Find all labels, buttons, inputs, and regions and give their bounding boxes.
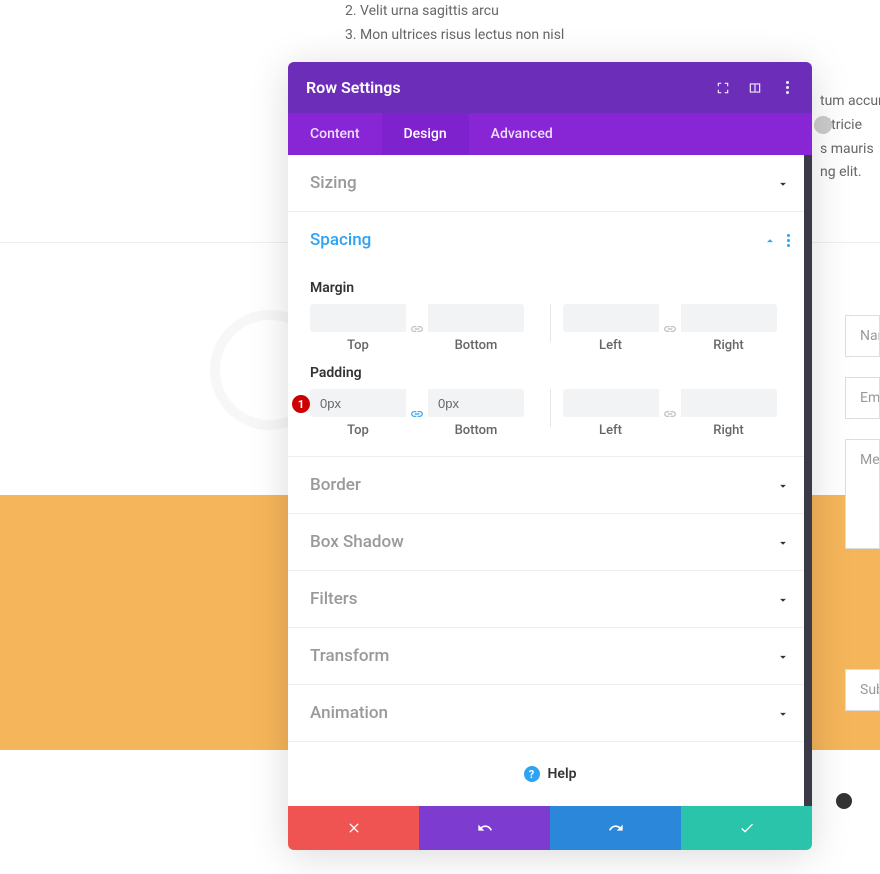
modal-tabs: Content Design Advanced [288,113,812,155]
columns-icon[interactable] [748,81,762,95]
bg-subject-field[interactable]: Subj [845,669,880,711]
padding-label: Padding [310,365,790,381]
tab-advanced[interactable]: Advanced [469,113,575,155]
more-icon[interactable] [780,81,794,95]
cancel-button[interactable] [288,806,419,850]
chevron-down-icon [776,478,790,492]
bg-floating-button[interactable] [836,793,852,809]
margin-bottom-input[interactable] [428,304,524,332]
padding-left-input[interactable] [563,389,659,417]
link-icon[interactable] [659,400,681,428]
bg-list-item-2: Velit urna sagittis arcu [360,0,564,24]
padding-right-input[interactable] [681,389,777,417]
tab-design[interactable]: Design [382,113,469,155]
section-box-shadow[interactable]: Box Shadow [288,514,812,570]
modal-body[interactable]: Sizing Spacing Margin [288,155,812,806]
section-spacing[interactable]: Spacing [288,212,812,268]
link-icon[interactable] [406,315,428,343]
bg-message-field[interactable]: Mes [845,439,880,549]
chevron-down-icon [776,649,790,663]
help-link[interactable]: ? Help [288,742,812,806]
background-list: Velit urna sagittis arcu Mon ultrices ri… [340,0,564,48]
section-filters[interactable]: Filters [288,571,812,627]
bg-paragraph: tum accum ultricie s mauris ng elit. [820,90,880,185]
section-animation[interactable]: Animation [288,685,812,741]
scrollbar[interactable] [804,155,812,806]
chevron-down-icon [776,592,790,606]
section-border[interactable]: Border [288,457,812,513]
margin-left-input[interactable] [563,304,659,332]
modal-header: Row Settings [288,62,812,113]
bg-email-field[interactable]: Ema [845,377,880,419]
padding-top-input[interactable] [310,389,406,417]
globe-icon [814,116,832,134]
link-icon[interactable] [659,315,681,343]
section-transform[interactable]: Transform [288,628,812,684]
link-icon-active[interactable] [406,400,428,428]
expand-icon[interactable] [716,81,730,95]
margin-top-input[interactable] [310,304,406,332]
bg-form: Nam Ema Mes Subj [845,315,880,731]
section-sizing[interactable]: Sizing [288,155,812,211]
redo-button[interactable] [550,806,681,850]
chevron-up-icon [763,233,777,247]
chevron-down-icon [776,176,790,190]
bg-name-field[interactable]: Nam [845,315,880,357]
bg-list-item-3: Mon ultrices risus lectus non nisl [360,24,564,48]
row-settings-modal: Row Settings Content Design Advanced Siz… [288,62,812,850]
padding-bottom-input[interactable] [428,389,524,417]
tab-content[interactable]: Content [288,113,382,155]
step-badge-1: 1 [292,395,310,413]
modal-footer [288,806,812,850]
section-more-icon[interactable] [787,234,790,247]
save-button[interactable] [681,806,812,850]
chevron-down-icon [776,706,790,720]
margin-right-input[interactable] [681,304,777,332]
help-icon: ? [524,766,540,782]
chevron-down-icon [776,535,790,549]
modal-title: Row Settings [306,78,716,97]
margin-label: Margin [310,280,790,296]
undo-button[interactable] [419,806,550,850]
